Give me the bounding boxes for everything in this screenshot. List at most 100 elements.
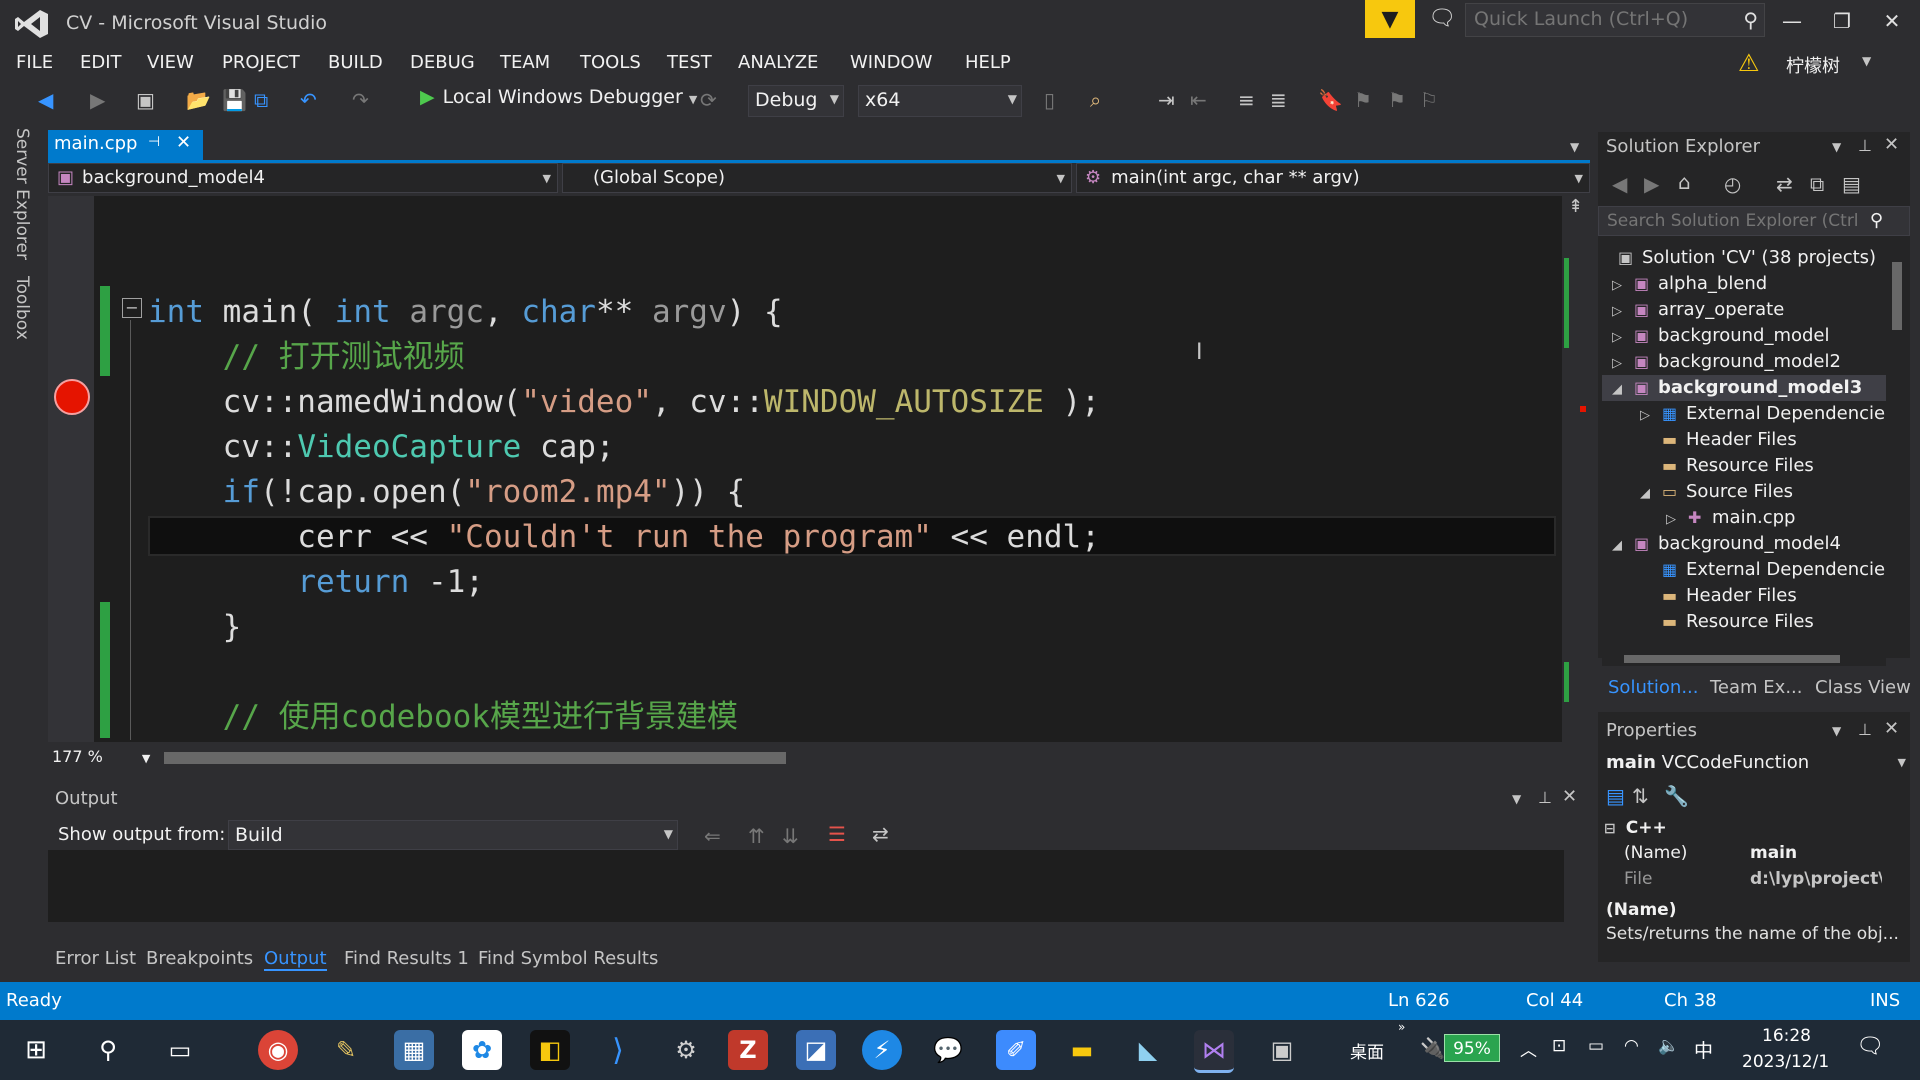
tree-project[interactable]: ◢ ▣ background_model4 bbox=[1612, 531, 1841, 557]
new-project-icon[interactable]: ▣ bbox=[136, 88, 155, 112]
source-code[interactable]: int main( int argc, char** argv) { // 打开… bbox=[148, 290, 1100, 740]
tree-folder[interactable]: ▬ Header Files bbox=[1662, 583, 1797, 609]
start-debugging-button[interactable]: ▶ Local Windows Debugger ▼ bbox=[420, 86, 697, 108]
tree-project[interactable]: ▷ ▣ array_operate bbox=[1612, 297, 1784, 323]
toolbox-tab[interactable]: Toolbox bbox=[12, 276, 32, 340]
close-panel-icon[interactable]: ✕ bbox=[1562, 786, 1577, 807]
app-icon[interactable]: ◪ bbox=[796, 1030, 836, 1070]
start-icon[interactable]: ⊞ bbox=[16, 1030, 56, 1070]
alphabetical-icon[interactable]: ⇅ bbox=[1632, 784, 1649, 808]
tree-vertical-scrollbar[interactable] bbox=[1888, 244, 1906, 640]
prev-bookmark-icon[interactable]: ⚑ bbox=[1354, 88, 1372, 112]
notification-icon[interactable]: 🗨 bbox=[1856, 1034, 1884, 1059]
vertical-scrollbar[interactable]: ⇞ bbox=[1562, 196, 1590, 742]
expand-icon[interactable]: ▷ bbox=[1612, 273, 1634, 299]
menu-view[interactable]: VIEW bbox=[147, 52, 194, 73]
tree-horizontal-scrollbar[interactable] bbox=[1602, 652, 1886, 666]
pin-icon[interactable]: ⊥ bbox=[1858, 136, 1872, 155]
redo-icon[interactable]: ↷ bbox=[352, 88, 369, 112]
collapse-all-icon[interactable]: ⧉ bbox=[1810, 172, 1824, 196]
filezilla-icon[interactable]: Z bbox=[728, 1030, 768, 1070]
pin-icon[interactable]: ⊥ bbox=[1538, 788, 1552, 807]
pin-icon[interactable]: ⊥ bbox=[1858, 720, 1872, 739]
user-account[interactable]: 柠檬树 bbox=[1786, 52, 1840, 78]
breakpoint-icon[interactable] bbox=[54, 379, 90, 415]
sync-icon[interactable]: ⇄ bbox=[1776, 172, 1793, 196]
outdent-icon[interactable]: ⇤ bbox=[1190, 88, 1207, 112]
collapse-icon[interactable]: ◢ bbox=[1640, 481, 1662, 507]
back-icon[interactable]: ◀ bbox=[38, 88, 53, 112]
tree-folder[interactable]: ▬ Resource Files bbox=[1662, 609, 1814, 635]
properties-scrollbar[interactable] bbox=[1888, 818, 1906, 890]
chevron-down-icon[interactable]: ▼ bbox=[1832, 140, 1841, 154]
minimize-button[interactable]: — bbox=[1770, 6, 1814, 36]
tree-folder[interactable]: ▦ External Dependencie bbox=[1662, 557, 1885, 583]
forward-icon[interactable]: ▶ bbox=[1644, 172, 1659, 196]
notification-filter-icon[interactable]: ▼ bbox=[1365, 0, 1415, 38]
ime-indicator[interactable]: 中 bbox=[1694, 1036, 1713, 1063]
expand-icon[interactable]: ▷ bbox=[1612, 325, 1634, 351]
property-category[interactable]: ⊟ C++ bbox=[1604, 818, 1667, 838]
visual-studio-taskbar-icon[interactable]: ⋈ bbox=[1194, 1030, 1234, 1073]
volume-icon[interactable]: 🔈 bbox=[1658, 1036, 1679, 1056]
task-view-icon[interactable]: ▭ bbox=[160, 1030, 200, 1070]
property-pages-icon[interactable]: 🔧 bbox=[1664, 784, 1689, 808]
power-plug-icon[interactable]: 🔌 bbox=[1420, 1036, 1445, 1060]
open-file-icon[interactable]: 📂 bbox=[186, 88, 211, 112]
app-icon[interactable]: ⚙ bbox=[666, 1030, 706, 1070]
solution-search-input[interactable] bbox=[1599, 207, 1885, 235]
find-in-files-icon[interactable]: ⌕ bbox=[1090, 88, 1101, 112]
tree-folder[interactable]: ▷ ▦ External Dependencie bbox=[1640, 401, 1885, 427]
comment-icon[interactable]: ≡ bbox=[1238, 88, 1255, 112]
tab-solution[interactable]: Solution... bbox=[1608, 677, 1699, 698]
clock-time[interactable]: 16:28 bbox=[1762, 1026, 1811, 1046]
close-panel-icon[interactable]: ✕ bbox=[1884, 718, 1899, 739]
tree-solution[interactable]: ▣ Solution 'CV' (38 projects) bbox=[1618, 245, 1876, 271]
refresh-icon[interactable]: ⟳ bbox=[700, 88, 717, 112]
collapse-icon[interactable]: ⊟ bbox=[1604, 821, 1616, 837]
security-icon[interactable]: ⊡ bbox=[1552, 1036, 1566, 1056]
property-value[interactable]: main bbox=[1750, 843, 1797, 863]
save-all-icon[interactable]: ⧉ bbox=[254, 88, 268, 112]
file-explorer-icon[interactable]: ▬ bbox=[1062, 1030, 1102, 1070]
tab-class-view[interactable]: Class View bbox=[1815, 677, 1911, 698]
quick-launch-box[interactable]: ⚲ bbox=[1465, 3, 1765, 37]
tree-project[interactable]: ▷ ▣ background_model bbox=[1612, 323, 1830, 349]
uncomment-icon[interactable]: ≣ bbox=[1270, 88, 1287, 112]
next-message-icon[interactable]: ⇊ bbox=[782, 824, 799, 848]
forward-icon[interactable]: ▶ bbox=[90, 88, 105, 112]
history-icon[interactable]: ◴ bbox=[1724, 172, 1741, 196]
desktop-toolbar-label[interactable]: 桌面 bbox=[1350, 1038, 1384, 1063]
clear-bookmarks-icon[interactable]: ⚐ bbox=[1420, 88, 1438, 112]
vscode-icon[interactable]: ⟩ bbox=[598, 1030, 638, 1070]
scope-nav-select[interactable]: (Global Scope) ▼ bbox=[562, 163, 1072, 193]
menu-window[interactable]: WINDOW bbox=[850, 52, 932, 73]
breakpoint-margin[interactable] bbox=[48, 196, 94, 742]
collapse-icon[interactable]: ◢ bbox=[1612, 377, 1634, 403]
wechat-icon[interactable]: 💬 bbox=[928, 1030, 968, 1070]
function-nav-select[interactable]: ⚙ main(int argc, char ** argv) ▼ bbox=[1076, 163, 1590, 193]
project-nav-select[interactable]: ▣ background_model4 ▼ bbox=[48, 163, 558, 193]
sticky-notes-icon[interactable]: ◧ bbox=[530, 1030, 570, 1070]
attach-icon[interactable]: ▯ bbox=[1044, 88, 1055, 112]
menu-tools[interactable]: TOOLS bbox=[580, 52, 641, 73]
menu-edit[interactable]: EDIT bbox=[80, 52, 122, 73]
search-icon[interactable]: ⚲ bbox=[1743, 8, 1758, 32]
close-panel-icon[interactable]: ✕ bbox=[1884, 134, 1899, 155]
wifi-icon[interactable]: ◠ bbox=[1624, 1036, 1639, 1056]
clock-date[interactable]: 2023/12/1 bbox=[1742, 1052, 1829, 1072]
tree-project-selected[interactable]: ◢ ▣ background_model3 bbox=[1612, 375, 1862, 401]
tree-folder[interactable]: ◢ ▭ Source Files bbox=[1640, 479, 1793, 505]
expand-icon[interactable]: ▷ bbox=[1640, 403, 1662, 429]
tree-project[interactable]: ▷ ▣ background_model2 bbox=[1612, 349, 1841, 375]
tab-output[interactable]: Output bbox=[264, 948, 327, 971]
tree-file[interactable]: ▷ ✚ main.cpp bbox=[1666, 505, 1795, 531]
back-icon[interactable]: ◀ bbox=[1612, 172, 1627, 196]
configuration-select[interactable]: Debug ▼ bbox=[748, 85, 844, 117]
bookmark-icon[interactable]: 🔖 bbox=[1318, 88, 1343, 112]
app-icon[interactable]: ⚡ bbox=[862, 1030, 902, 1070]
menu-file[interactable]: FILE bbox=[16, 52, 53, 73]
expand-icon[interactable]: ▷ bbox=[1612, 351, 1634, 377]
app-icon[interactable]: ✐ bbox=[996, 1030, 1036, 1070]
zoom-level[interactable]: 177 % ▼ bbox=[52, 747, 150, 766]
